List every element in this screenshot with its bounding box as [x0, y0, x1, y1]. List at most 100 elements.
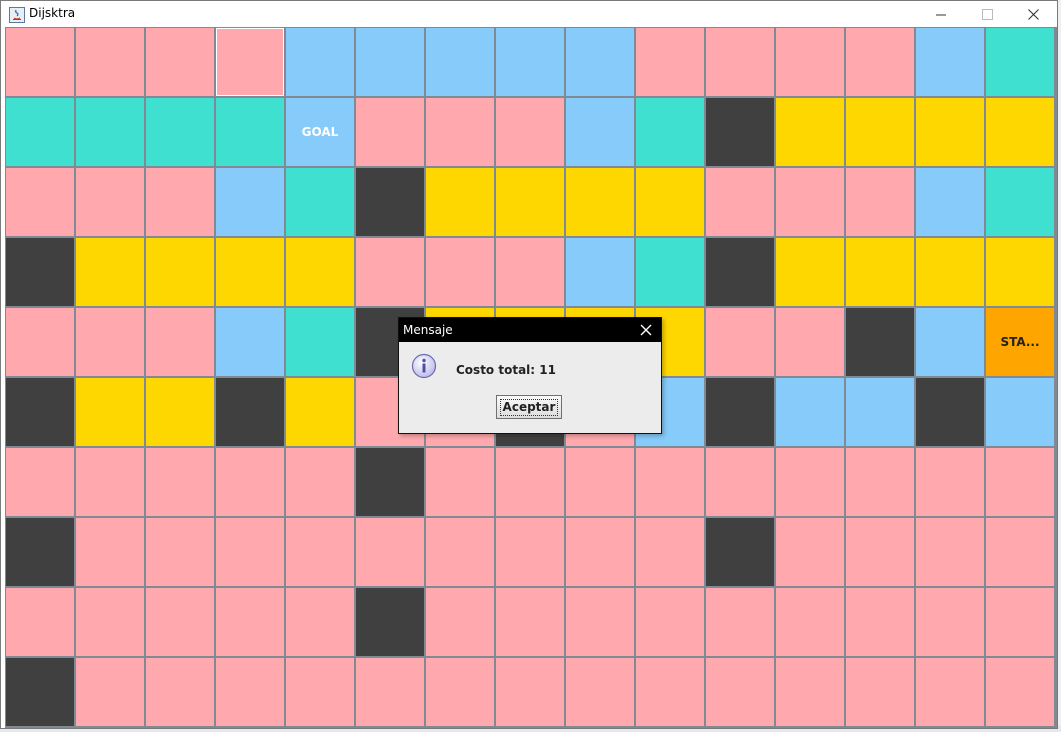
grid-cell-yellow[interactable] [846, 98, 914, 166]
grid-cell-pink[interactable] [286, 588, 354, 656]
grid-cell-pink[interactable] [6, 448, 74, 516]
grid-cell-pink[interactable] [216, 658, 284, 726]
grid-cell-pink[interactable] [776, 168, 844, 236]
grid-cell-pink[interactable] [566, 518, 634, 586]
grid-cell-pink[interactable] [846, 588, 914, 656]
grid-cell-pink[interactable] [426, 448, 494, 516]
grid-cell-pink[interactable] [636, 28, 704, 96]
grid-cell-pink[interactable] [636, 448, 704, 516]
grid-cell-pink[interactable] [776, 448, 844, 516]
grid-cell-pink[interactable] [76, 168, 144, 236]
grid-cell-pink[interactable] [846, 518, 914, 586]
grid-cell-pink[interactable] [916, 588, 984, 656]
grid-cell-pink[interactable] [6, 28, 74, 96]
grid-cell-pink[interactable] [776, 658, 844, 726]
grid-cell-yellow[interactable] [216, 238, 284, 306]
grid-cell-dark[interactable] [356, 168, 424, 236]
grid-cell-yellow[interactable] [986, 98, 1054, 166]
grid-cell-pink[interactable] [76, 658, 144, 726]
grid-cell-teal[interactable] [636, 98, 704, 166]
grid-cell-yellow[interactable] [636, 168, 704, 236]
grid-cell-pink[interactable] [986, 658, 1054, 726]
grid-cell-pink[interactable] [146, 168, 214, 236]
grid-cell-pink[interactable] [636, 588, 704, 656]
grid-cell-pink[interactable] [426, 98, 494, 166]
grid-cell-yellow[interactable] [496, 168, 564, 236]
grid-cell-yellow[interactable] [286, 238, 354, 306]
grid-cell-yellow[interactable] [426, 168, 494, 236]
grid-cell-teal[interactable] [286, 308, 354, 376]
grid-cell-teal[interactable] [6, 98, 74, 166]
grid-cell-pink[interactable] [566, 658, 634, 726]
grid-cell-blue[interactable] [216, 168, 284, 236]
grid-cell-pink[interactable] [986, 448, 1054, 516]
grid-cell-pink[interactable] [6, 588, 74, 656]
grid-cell-teal[interactable] [286, 168, 354, 236]
grid-cell-pink[interactable] [146, 308, 214, 376]
close-button[interactable] [1011, 1, 1057, 28]
grid-cell-blue[interactable] [986, 378, 1054, 446]
grid-cell-dark[interactable] [216, 378, 284, 446]
grid-cell-blue[interactable] [916, 308, 984, 376]
grid-cell-pink[interactable] [426, 588, 494, 656]
grid-cell-pink[interactable] [566, 448, 634, 516]
grid-cell-teal[interactable] [76, 98, 144, 166]
grid-cell-pink[interactable] [146, 658, 214, 726]
grid-cell-orange[interactable]: STA... [986, 308, 1054, 376]
grid-cell-blue[interactable] [776, 378, 844, 446]
grid-cell-yellow[interactable] [286, 378, 354, 446]
grid-cell-pink[interactable] [636, 658, 704, 726]
grid-cell-pink[interactable] [146, 448, 214, 516]
grid-cell-yellow[interactable] [146, 238, 214, 306]
grid-cell-pink[interactable] [496, 238, 564, 306]
grid-cell-yellow[interactable] [916, 238, 984, 306]
grid-cell-pink[interactable] [76, 448, 144, 516]
grid-cell-dark[interactable] [6, 378, 74, 446]
grid-cell-pink[interactable] [356, 238, 424, 306]
grid-cell-yellow[interactable] [566, 168, 634, 236]
grid-cell-dark[interactable] [706, 238, 774, 306]
grid-cell-yellow[interactable] [916, 98, 984, 166]
grid-cell-dark[interactable] [706, 98, 774, 166]
grid-cell-yellow[interactable] [776, 98, 844, 166]
grid-cell-pink[interactable] [496, 518, 564, 586]
grid-cell-blue[interactable] [426, 28, 494, 96]
grid-cell-pink[interactable] [916, 518, 984, 586]
grid-cell-pink[interactable] [846, 658, 914, 726]
grid-cell-dark[interactable] [846, 308, 914, 376]
grid-cell-pink[interactable] [146, 518, 214, 586]
grid-cell-pink[interactable] [776, 588, 844, 656]
grid-cell-pink[interactable] [706, 448, 774, 516]
grid-cell-dark[interactable] [706, 378, 774, 446]
grid-cell-dark[interactable] [356, 588, 424, 656]
grid-cell-pink[interactable] [286, 518, 354, 586]
grid-cell-pink[interactable] [286, 658, 354, 726]
grid-cell-dark[interactable] [6, 238, 74, 306]
grid-cell-pink[interactable] [76, 518, 144, 586]
grid-cell-pink[interactable] [496, 658, 564, 726]
grid-cell-yellow[interactable] [76, 238, 144, 306]
grid-cell-pink[interactable] [986, 518, 1054, 586]
grid-cell-pink[interactable] [146, 588, 214, 656]
grid-cell-yellow[interactable] [986, 238, 1054, 306]
grid-cell-pink[interactable] [146, 28, 214, 96]
grid-cell-pink[interactable] [846, 168, 914, 236]
grid-cell-blue[interactable] [846, 378, 914, 446]
grid-cell-pink[interactable] [776, 28, 844, 96]
grid-cell-pink[interactable] [776, 308, 844, 376]
maximize-button[interactable] [965, 1, 1011, 28]
accept-button[interactable]: Aceptar [496, 395, 562, 419]
grid-cell-pink[interactable] [916, 448, 984, 516]
grid-cell-blue[interactable] [566, 98, 634, 166]
minimize-button[interactable] [919, 1, 965, 28]
grid-cell-pink[interactable] [706, 658, 774, 726]
grid-cell-pink[interactable] [356, 658, 424, 726]
grid-cell-pink[interactable] [426, 658, 494, 726]
grid-cell-blue[interactable] [566, 28, 634, 96]
title-bar[interactable]: Dijsktra [1, 1, 1057, 28]
grid-cell-blue[interactable] [566, 238, 634, 306]
grid-cell-yellow[interactable] [146, 378, 214, 446]
grid-cell-teal[interactable] [216, 98, 284, 166]
grid-cell-pink[interactable] [216, 588, 284, 656]
dialog-title-bar[interactable]: Mensaje [399, 318, 661, 342]
